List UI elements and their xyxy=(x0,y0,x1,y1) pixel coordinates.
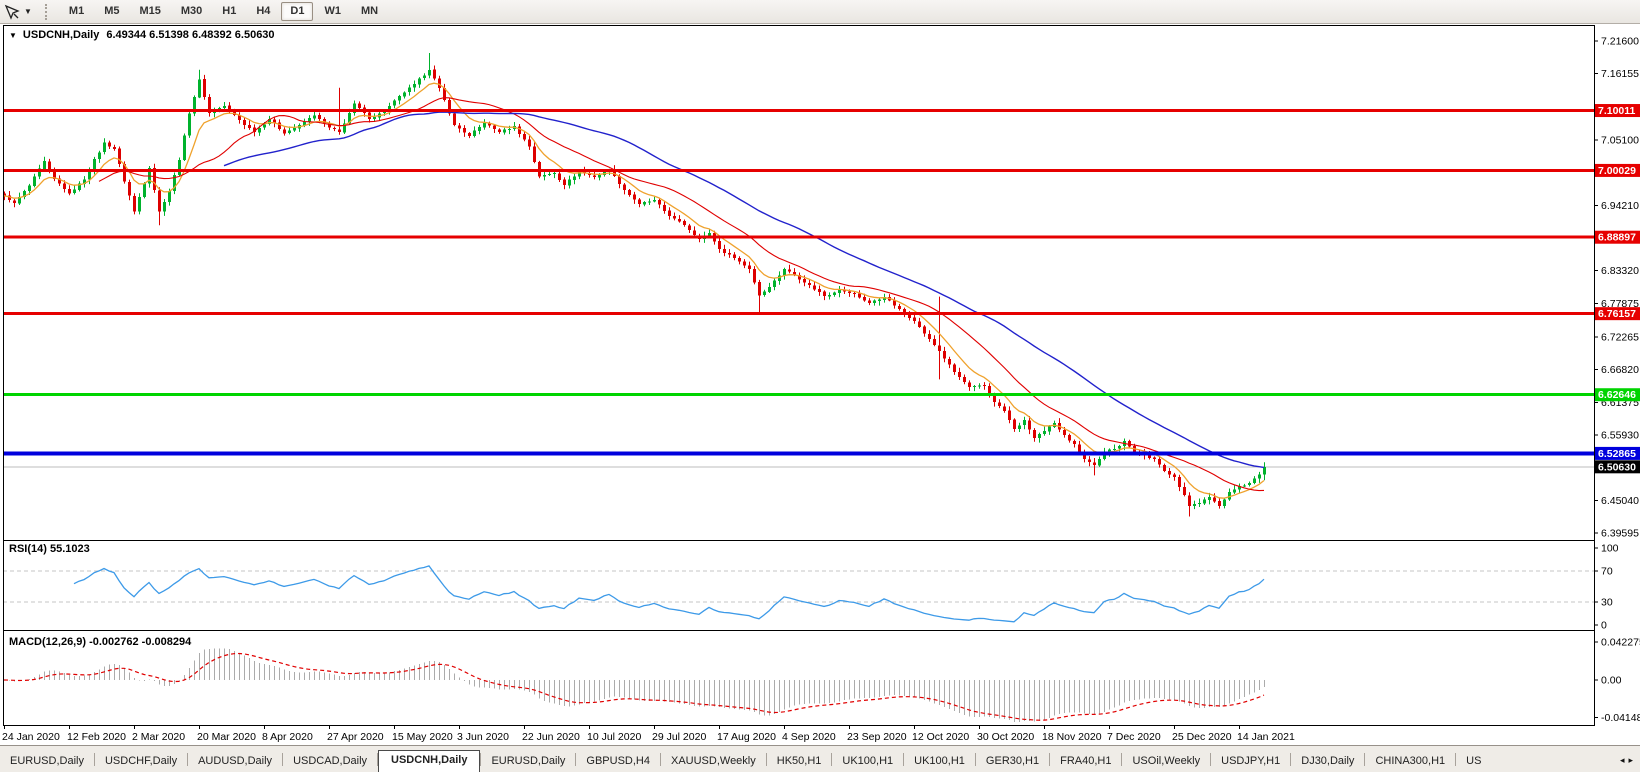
svg-text:6.94210: 6.94210 xyxy=(1601,200,1639,212)
tab-gbpusd-h4[interactable]: GBPUSD,H4 xyxy=(576,751,660,772)
chart-title: ▼ USDCNH,Daily 6.49344 6.51398 6.48392 6… xyxy=(9,29,275,41)
svg-text:20 Mar 2020: 20 Mar 2020 xyxy=(197,731,256,743)
svg-text:6.66820: 6.66820 xyxy=(1601,364,1639,376)
svg-text:25 Dec 2020: 25 Dec 2020 xyxy=(1172,731,1232,743)
svg-text:6.39595: 6.39595 xyxy=(1601,528,1639,540)
tab-usoil-weekly[interactable]: USOil,Weekly xyxy=(1122,751,1210,772)
tab-usdjpy-h1[interactable]: USDJPY,H1 xyxy=(1211,751,1290,772)
indicator-axes: 100 70 30 0 0.042275 0.00 -0.04148 xyxy=(1594,543,1640,724)
svg-text:22 Jun 2020: 22 Jun 2020 xyxy=(522,731,580,743)
rsi-indicator-label: RSI(14) 55.1023 xyxy=(9,543,90,555)
price-axis: 7.216007.161557.051006.942106.833206.778… xyxy=(1594,36,1640,540)
svg-text:6.52865: 6.52865 xyxy=(1598,448,1636,460)
symbol-tab-bar: EURUSD,DailyUSDCHF,DailyAUDUSD,DailyUSDC… xyxy=(0,745,1640,772)
mt4-terminal: { "toolbar": { "timeframes": ["M1","M5",… xyxy=(0,0,1640,772)
svg-text:0.00: 0.00 xyxy=(1601,675,1622,687)
tab-uk100-h1[interactable]: UK100,H1 xyxy=(904,751,975,772)
svg-text:6.88897: 6.88897 xyxy=(1598,232,1636,244)
svg-text:8 Apr 2020: 8 Apr 2020 xyxy=(262,731,313,743)
svg-text:0: 0 xyxy=(1601,620,1607,632)
svg-text:23 Sep 2020: 23 Sep 2020 xyxy=(847,731,907,743)
svg-text:12 Oct 2020: 12 Oct 2020 xyxy=(912,731,969,743)
macd-histogram xyxy=(5,648,1265,722)
tab-scroll-arrows: ◂▸ xyxy=(1615,755,1637,766)
svg-text:7.10011: 7.10011 xyxy=(1598,105,1636,117)
svg-text:0.042275: 0.042275 xyxy=(1601,637,1640,649)
date-axis: 24 Jan 2020 12 Feb 2020 2 Mar 2020 20 Mar 2… xyxy=(2,725,1295,743)
chart-menu-icon[interactable]: ▼ xyxy=(9,31,17,40)
tab-scroll-right-icon[interactable]: ▸ xyxy=(1628,755,1637,765)
panel-borders xyxy=(4,26,1595,726)
svg-text:12 Feb 2020: 12 Feb 2020 xyxy=(67,731,126,743)
svg-text:6.45040: 6.45040 xyxy=(1601,495,1639,507)
svg-text:100: 100 xyxy=(1601,543,1619,555)
tab-fra40-h1[interactable]: FRA40,H1 xyxy=(1050,751,1121,772)
chart-ohlc-values: 6.49344 6.51398 6.48392 6.50630 xyxy=(106,29,274,41)
svg-text:7 Dec 2020: 7 Dec 2020 xyxy=(1107,731,1161,743)
rsi-line xyxy=(74,566,1264,622)
svg-text:30 Oct 2020: 30 Oct 2020 xyxy=(977,731,1034,743)
tab-uk100-h1[interactable]: UK100,H1 xyxy=(832,751,903,772)
svg-text:2 Mar 2020: 2 Mar 2020 xyxy=(132,731,185,743)
svg-text:7.05100: 7.05100 xyxy=(1601,135,1639,147)
tab-us[interactable]: US xyxy=(1456,751,1491,772)
tab-eurusd-daily[interactable]: EURUSD,Daily xyxy=(0,751,94,772)
tab-usdchf-daily[interactable]: USDCHF,Daily xyxy=(95,751,187,772)
svg-text:10 Jul 2020: 10 Jul 2020 xyxy=(587,731,641,743)
macd-indicator-label: MACD(12,26,9) -0.002762 -0.008294 xyxy=(9,636,191,648)
svg-text:17 Aug 2020: 17 Aug 2020 xyxy=(717,731,776,743)
price-chart-canvas[interactable]: 7.216007.161557.051006.942106.833206.778… xyxy=(0,0,1640,745)
svg-text:4 Sep 2020: 4 Sep 2020 xyxy=(782,731,836,743)
svg-text:15 May 2020: 15 May 2020 xyxy=(392,731,453,743)
svg-text:70: 70 xyxy=(1601,566,1613,578)
svg-text:18 Nov 2020: 18 Nov 2020 xyxy=(1042,731,1102,743)
svg-text:6.62646: 6.62646 xyxy=(1598,389,1636,401)
svg-text:29 Jul 2020: 29 Jul 2020 xyxy=(652,731,706,743)
tab-ger30-h1[interactable]: GER30,H1 xyxy=(976,751,1049,772)
tab-hk50-h1[interactable]: HK50,H1 xyxy=(767,751,832,772)
svg-text:7.00029: 7.00029 xyxy=(1598,165,1636,177)
svg-text:3 Jun 2020: 3 Jun 2020 xyxy=(457,731,509,743)
tab-usdcad-daily[interactable]: USDCAD,Daily xyxy=(283,751,377,772)
svg-text:14 Jan 2021: 14 Jan 2021 xyxy=(1237,731,1295,743)
svg-text:7.16155: 7.16155 xyxy=(1601,68,1639,80)
svg-text:6.76157: 6.76157 xyxy=(1598,308,1636,320)
ma-slow-line xyxy=(224,112,1264,467)
candles-group xyxy=(3,53,1266,517)
svg-text:27 Apr 2020: 27 Apr 2020 xyxy=(327,731,384,743)
rsi-panel xyxy=(3,571,1594,602)
svg-text:6.72265: 6.72265 xyxy=(1601,332,1639,344)
svg-text:30: 30 xyxy=(1601,596,1613,608)
svg-text:6.50630: 6.50630 xyxy=(1598,461,1636,473)
tab-xauusd-weekly[interactable]: XAUUSD,Weekly xyxy=(661,751,766,772)
svg-text:6.83320: 6.83320 xyxy=(1601,265,1639,277)
chart-symbol-label: USDCNH,Daily xyxy=(23,29,99,41)
ma-mid-line xyxy=(99,98,1264,491)
tab-eurusd-daily[interactable]: EURUSD,Daily xyxy=(481,751,575,772)
svg-text:7.21600: 7.21600 xyxy=(1601,36,1639,48)
tab-usdcnh-daily[interactable]: USDCNH,Daily xyxy=(378,750,480,772)
horizontal-level-lines xyxy=(3,111,1594,454)
tab-china300-h1[interactable]: CHINA300,H1 xyxy=(1365,751,1455,772)
svg-text:-0.04148: -0.04148 xyxy=(1601,712,1640,724)
tab-dj30-daily[interactable]: DJ30,Daily xyxy=(1291,751,1364,772)
tab-audusd-daily[interactable]: AUDUSD,Daily xyxy=(188,751,282,772)
svg-text:24 Jan 2020: 24 Jan 2020 xyxy=(2,731,60,743)
svg-text:6.55930: 6.55930 xyxy=(1601,430,1639,442)
